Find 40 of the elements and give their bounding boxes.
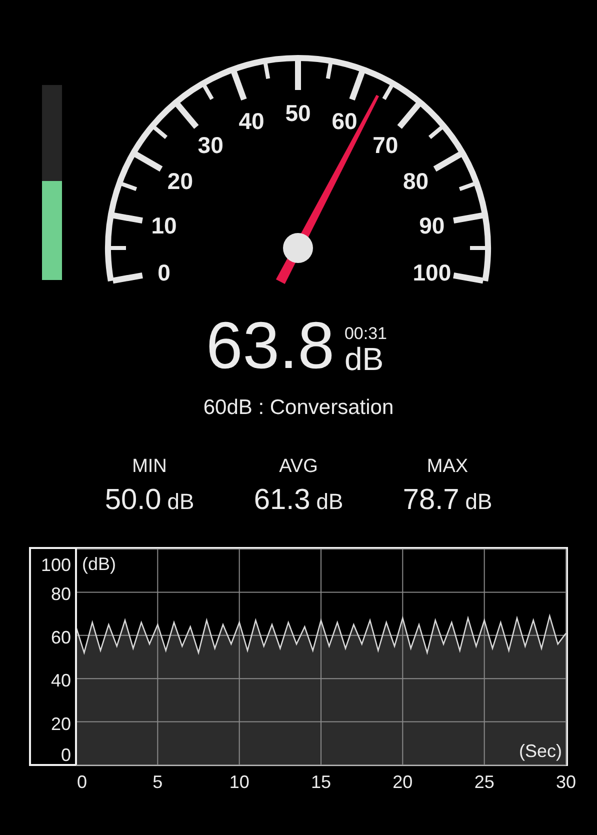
stat-label: MIN [132,456,167,478]
gauge-label: 40 [238,108,264,134]
gauge-label: 50 [285,100,311,126]
axis-tick-label: 25 [474,772,494,792]
needle-pivot [283,233,313,263]
axis-tick-label: 40 [50,670,71,691]
gauge-label: 60 [332,108,358,134]
gauge-label: 20 [167,168,194,194]
level-description: 60dB : Conversation [202,396,395,420]
elapsed-time: 00:31 [344,324,387,344]
stat-unit: dB [465,489,492,515]
axis-tick-label: 15 [310,772,332,792]
axis-tick-label: 20 [50,714,71,734]
axis-tick-label: 20 [392,772,413,792]
axis-tick-label: 80 [50,584,71,604]
axis-tick-label: 10 [229,772,250,792]
axis-tick-label: 0 [77,772,87,792]
stat-label: MAX [426,456,468,478]
axis-tick-label: 5 [152,772,163,792]
stat-value: 50.0 [104,484,162,517]
gauge-label: 10 [151,212,177,238]
stat-value: 78.7 [402,484,460,517]
axis-tick-label: 60 [50,627,71,648]
axis-tick-label: 100 [40,555,71,575]
axis-tick-label: 30 [556,772,576,792]
sound-level-value: 63.8 [206,312,334,378]
stat-unit: dB [316,489,344,515]
gauge-label: 100 [412,260,452,286]
axis-tick-label: 0 [60,745,71,765]
axis-title: (dB) [82,554,116,574]
gauge-label: 70 [372,132,398,158]
stat-unit: dB [167,489,194,515]
gauge-label: 90 [419,212,445,238]
axis-title: (Sec) [518,741,562,761]
stat-label: AVG [279,456,318,478]
stat-value: 61.3 [254,484,310,517]
gauge-label: 80 [402,168,429,194]
gauge-label: 30 [198,132,224,158]
gauge-label: 0 [158,260,170,286]
unit-label: dB [344,344,384,374]
